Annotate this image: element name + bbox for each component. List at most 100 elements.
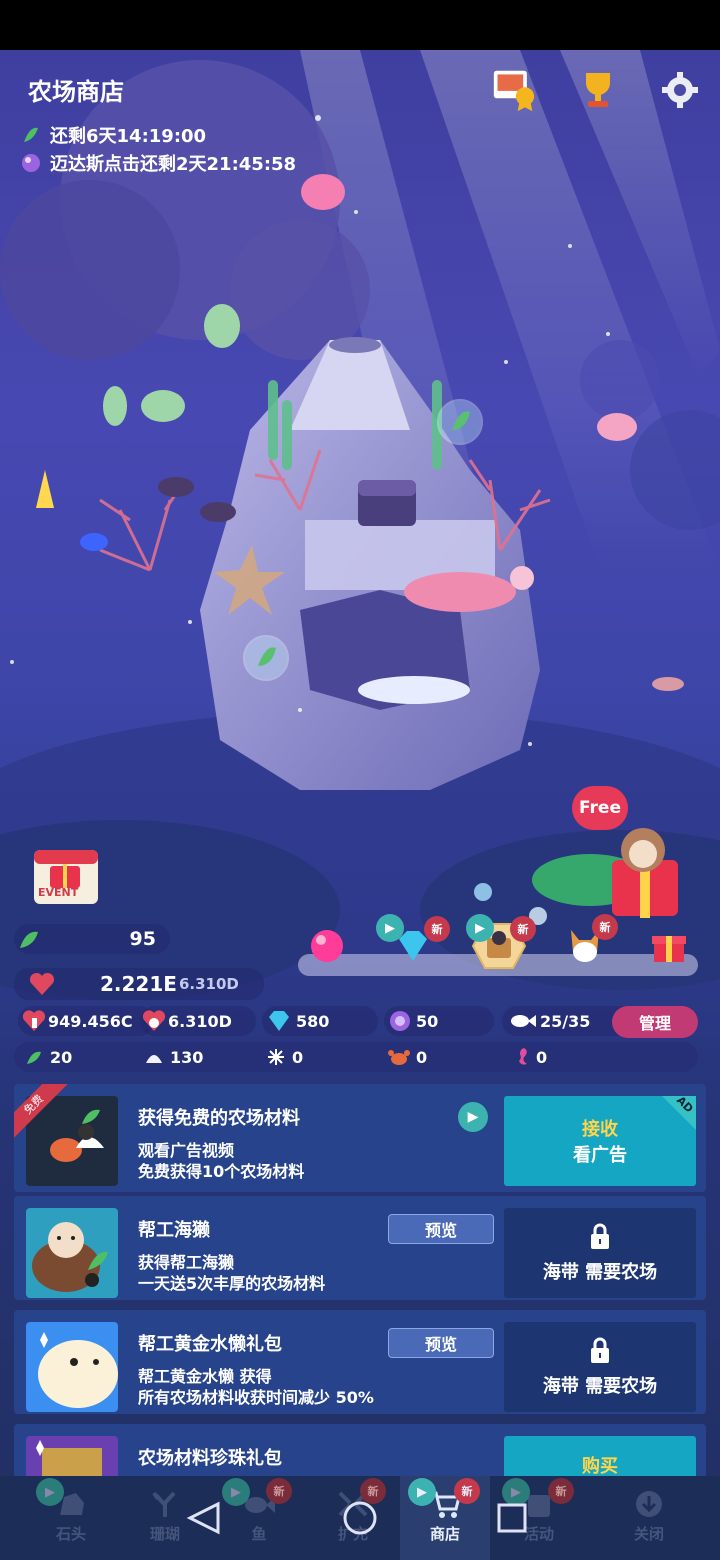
photo-badge-icon bbox=[493, 70, 535, 112]
midas-timer-text: 迈达斯点击还剩2天21:45:58 bbox=[50, 154, 297, 175]
material-value: 20 bbox=[50, 1047, 73, 1067]
play-video-icon: ▶ bbox=[466, 914, 494, 942]
back-nav-icon[interactable] bbox=[186, 1501, 220, 1535]
pearl-bundle-card: 农场材料珍珠礼包 购买 bbox=[14, 1424, 706, 1480]
golden-otter-thumb bbox=[26, 1322, 118, 1412]
diamond-shop-button[interactable]: ▶ 新 bbox=[376, 914, 450, 972]
material-value: 0 bbox=[536, 1047, 548, 1067]
page-title: 农场商店 bbox=[28, 78, 124, 106]
card-description: 观看广告视频 免费获得10个农场材料 bbox=[138, 1140, 304, 1182]
urchin-icon bbox=[268, 1049, 284, 1065]
heart-icon bbox=[29, 972, 55, 995]
corgi-shop-button[interactable]: 新 bbox=[556, 914, 618, 972]
planter-shop-button[interactable]: ▶ 新 bbox=[466, 914, 536, 972]
card-title: 帮工黄金水懒礼包 bbox=[138, 1334, 282, 1355]
golden-otter-icon bbox=[38, 1332, 118, 1408]
diamond-count: 580 bbox=[296, 1011, 330, 1031]
card-title: 帮工海獭 bbox=[138, 1220, 210, 1241]
album-button[interactable] bbox=[492, 68, 536, 112]
material-value: 130 bbox=[170, 1047, 204, 1067]
new-badge: 新 bbox=[510, 916, 536, 942]
pearl-bundle-thumb bbox=[26, 1436, 118, 1480]
seahorse-icon bbox=[519, 1048, 527, 1065]
farm-timer: 还剩6天14:19:00 bbox=[20, 122, 206, 148]
shop-list[interactable]: 免费 获得免费的农场材料 ▶ 观看广告视频 免费获得10个农场材料 接收 看广告… bbox=[10, 1080, 710, 1480]
system-nav-bar bbox=[186, 1501, 527, 1535]
watch-ad-button[interactable]: 接收 看广告 AD bbox=[504, 1094, 696, 1186]
tap-heart-icon bbox=[22, 1010, 46, 1031]
buy-button[interactable]: 购买 bbox=[504, 1436, 696, 1480]
card-title: 获得免费的农场材料 bbox=[138, 1108, 300, 1129]
requirement-label: 海带 需要农场 bbox=[542, 1262, 658, 1283]
free-gift-bubble[interactable]: Free bbox=[572, 786, 628, 830]
card-title: 农场材料珍珠礼包 bbox=[138, 1448, 282, 1469]
preview-button[interactable]: 预览 bbox=[388, 1214, 494, 1244]
card-description: 获得帮工海獭 一天送5次丰厚的农场材料 bbox=[138, 1252, 325, 1294]
buy-label: 购买 bbox=[582, 1456, 618, 1477]
helper-otter-card: 帮工海獭 预览 获得帮工海獭 一天送5次丰厚的农场材料 海带 需要农场 bbox=[14, 1196, 706, 1300]
free-ribbon: 免费 bbox=[14, 1084, 70, 1140]
pearl-orb-icon bbox=[390, 1011, 410, 1031]
play-video-icon: ▶ bbox=[376, 914, 404, 942]
status-bar bbox=[0, 0, 720, 50]
pearl-count: 50 bbox=[416, 1011, 439, 1031]
recents-nav-icon[interactable] bbox=[497, 1503, 527, 1533]
tap-value-text: 949.456C bbox=[48, 1011, 133, 1031]
lock-icon bbox=[591, 1223, 609, 1249]
settings-button[interactable] bbox=[658, 68, 702, 112]
hearts-sub: 6.310D bbox=[178, 975, 239, 993]
seaweed-icon bbox=[24, 127, 38, 142]
pearl-shop-button[interactable] bbox=[298, 920, 356, 972]
preview-button[interactable]: 预览 bbox=[388, 1328, 494, 1358]
material-crab: 0 bbox=[388, 1048, 427, 1067]
lock-icon bbox=[591, 1337, 609, 1363]
manage-button[interactable]: 管理 bbox=[612, 1006, 698, 1038]
card-desc-line: 免费获得10个农场材料 bbox=[138, 1162, 305, 1181]
card-description: 帮工黄金水懒 获得 所有农场材料收获时间减少 50% bbox=[138, 1366, 374, 1408]
pearl-bundle-icon bbox=[36, 1440, 102, 1480]
midas-timer: 迈达斯点击还剩2天21:45:58 bbox=[20, 150, 296, 176]
event-label: EVENT bbox=[38, 886, 79, 899]
seaweed-icon bbox=[27, 1051, 41, 1064]
midas-orb-icon bbox=[22, 154, 40, 172]
receive-label: 接收 bbox=[582, 1119, 618, 1140]
fish-capacity-text: 25/35 bbox=[540, 1011, 591, 1031]
quick-shop-bar: ▶ 新 ▶ 新 新 bbox=[298, 914, 698, 980]
heart-counter: 2.221E 6.310D bbox=[14, 968, 264, 1000]
watch-ad-label: 看广告 bbox=[573, 1145, 627, 1166]
gear-icon bbox=[662, 72, 698, 108]
materials-row: 20 130 0 0 0 bbox=[14, 1042, 698, 1072]
material-value: 0 bbox=[416, 1047, 428, 1067]
locked-purchase-button[interactable]: 海带 需要农场 bbox=[504, 1208, 696, 1298]
material-value: 0 bbox=[292, 1047, 304, 1067]
requirement-label: 海带 需要农场 bbox=[542, 1376, 658, 1397]
heart-rate-icon bbox=[142, 1010, 166, 1031]
card-desc-line: 一天送5次丰厚的农场材料 bbox=[138, 1274, 326, 1293]
new-badge: 新 bbox=[592, 914, 618, 940]
golden-otter-card: 帮工黄金水懒礼包 预览 帮工黄金水懒 获得 所有农场材料收获时间减少 50% 海… bbox=[14, 1310, 706, 1414]
diamond-counter[interactable]: 580 bbox=[262, 1006, 378, 1036]
card-desc-line: 获得帮工海獭 bbox=[138, 1253, 235, 1272]
pearl-counter[interactable]: 50 bbox=[384, 1006, 494, 1036]
event-calendar-button[interactable]: EVENT bbox=[30, 842, 106, 908]
free-label: Free bbox=[579, 798, 621, 818]
card-desc-line: 观看广告视频 bbox=[138, 1141, 235, 1160]
material-seaweed: 20 bbox=[24, 1047, 72, 1067]
card-desc-line: 所有农场材料收获时间减少 50% bbox=[138, 1388, 374, 1407]
fish-icon bbox=[511, 1015, 536, 1027]
leaf-counter: 95 bbox=[14, 924, 170, 954]
material-shell: 130 bbox=[144, 1047, 203, 1067]
seaweed-icon bbox=[20, 931, 38, 948]
shell-icon bbox=[146, 1055, 162, 1063]
tap-value: 949.456C bbox=[18, 1006, 154, 1036]
otter-icon bbox=[32, 1222, 108, 1292]
locked-purchase-button[interactable]: 海带 需要农场 bbox=[504, 1322, 696, 1412]
gift-shop-button[interactable] bbox=[640, 920, 698, 972]
trophy-button[interactable] bbox=[576, 68, 620, 112]
heart-rate-text: 6.310D bbox=[168, 1011, 232, 1031]
home-nav-icon[interactable] bbox=[343, 1501, 377, 1535]
pearl-icon bbox=[311, 930, 343, 962]
trophy-icon bbox=[586, 73, 610, 107]
material-seahorse: 0 bbox=[514, 1046, 547, 1068]
card-desc-line: 帮工黄金水懒 获得 bbox=[138, 1367, 272, 1386]
